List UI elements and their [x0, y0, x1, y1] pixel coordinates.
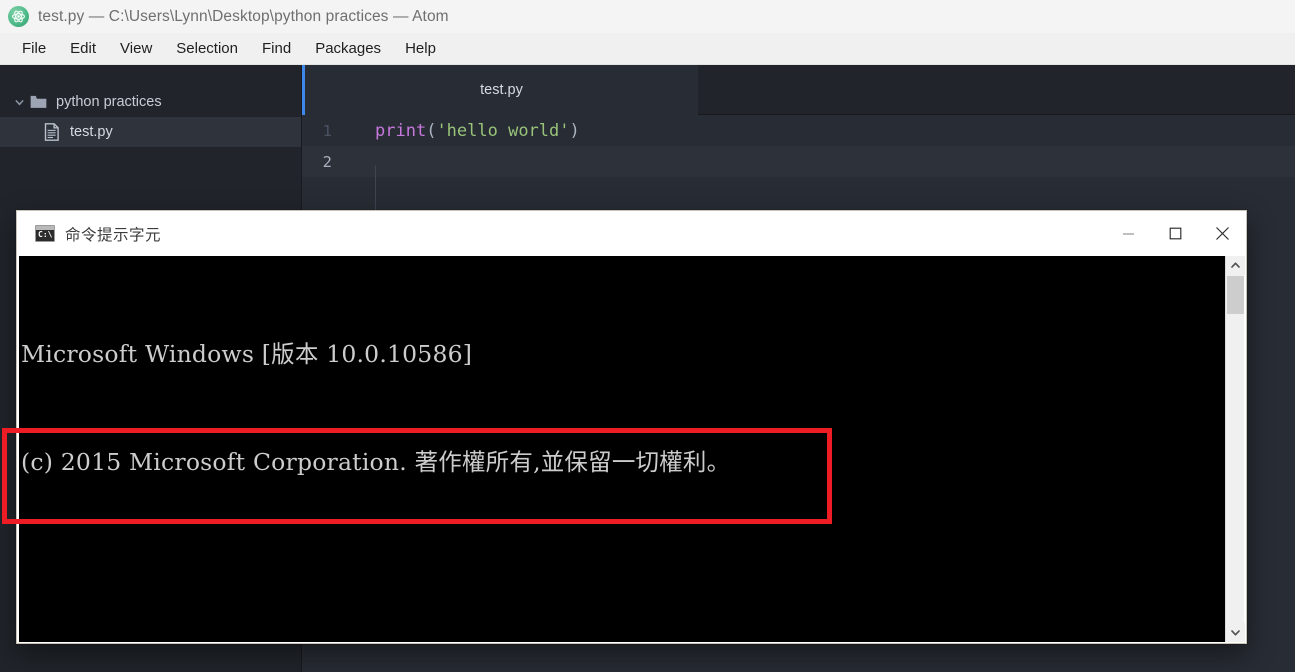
- tab-bar: test.py: [302, 65, 1295, 115]
- atom-title-bar: test.py — C:\Users\Lynn\Desktop\python p…: [0, 0, 1295, 33]
- chevron-up-icon[interactable]: [1226, 256, 1245, 275]
- chevron-down-icon[interactable]: [12, 95, 26, 109]
- python-file-icon: [43, 123, 61, 141]
- code-token-print: print: [375, 120, 427, 141]
- console-output-area[interactable]: Microsoft Windows [版本 10.0.10586] (c) 20…: [19, 256, 1229, 642]
- tab-test-py[interactable]: test.py: [302, 65, 698, 115]
- chevron-down-icon[interactable]: [1226, 623, 1245, 642]
- cmd-window-title: 命令提示字元: [65, 226, 162, 244]
- folder-open-icon: [29, 93, 47, 111]
- command-prompt-icon: C:\: [35, 225, 55, 242]
- menu-item-view[interactable]: View: [108, 37, 164, 60]
- atom-menu-bar: File Edit View Selection Find Packages H…: [0, 33, 1295, 65]
- code-token-close-paren: ): [569, 120, 580, 141]
- tree-item-file-test-py[interactable]: test.py: [0, 117, 301, 147]
- tree-item-label: python practices: [56, 94, 162, 110]
- atom-logo-icon: [8, 6, 29, 27]
- minimize-button[interactable]: [1105, 211, 1152, 256]
- menu-item-edit[interactable]: Edit: [58, 37, 108, 60]
- command-prompt-window: C:\ 命令提示字元 Microsoft Windows [版本 10.0.10…: [16, 210, 1247, 644]
- code-token-open-paren: (: [426, 120, 437, 141]
- close-button[interactable]: [1199, 211, 1246, 256]
- tree-item-project-root[interactable]: python practices: [0, 87, 301, 117]
- console-scrollbar[interactable]: [1225, 256, 1245, 642]
- code-content[interactable]: print('hello world'): [347, 121, 580, 141]
- code-token-string: 'hello world': [436, 120, 570, 141]
- menu-item-selection[interactable]: Selection: [164, 37, 250, 60]
- menu-item-packages[interactable]: Packages: [303, 37, 393, 60]
- cmd-title-bar[interactable]: C:\ 命令提示字元: [17, 211, 1246, 256]
- tab-label: test.py: [480, 82, 523, 98]
- console-line: (c) 2015 Microsoft Corporation. 著作權所有,並保…: [21, 448, 731, 476]
- menu-item-find[interactable]: Find: [250, 37, 303, 60]
- menu-item-help[interactable]: Help: [393, 37, 448, 60]
- code-line: 1 print('hello world'): [302, 115, 1295, 146]
- window-controls: [1105, 211, 1246, 256]
- code-line: 2: [302, 146, 1295, 177]
- scrollbar-thumb[interactable]: [1227, 276, 1244, 314]
- maximize-button[interactable]: [1152, 211, 1199, 256]
- cmd-icon-prompt-text: C:\: [38, 230, 53, 239]
- console-line: Microsoft Windows [版本 10.0.10586]: [21, 340, 473, 368]
- line-number: 2: [322, 152, 332, 171]
- tab-bar-empty-space: [698, 65, 1295, 115]
- line-number: 1: [322, 121, 332, 140]
- menu-item-file[interactable]: File: [10, 37, 58, 60]
- atom-window-title: test.py — C:\Users\Lynn\Desktop\python p…: [38, 7, 449, 25]
- tree-item-label: test.py: [70, 124, 113, 140]
